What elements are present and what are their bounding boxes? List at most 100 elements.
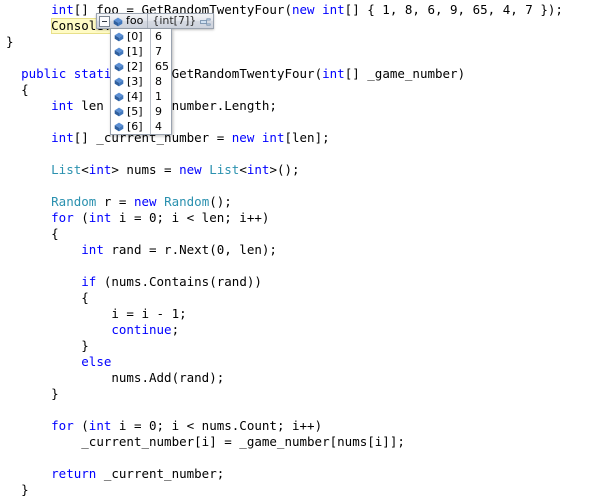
datatip-row-index: [5] — [127, 105, 143, 118]
code-line[interactable]: } — [0, 34, 589, 50]
code-line[interactable] — [0, 146, 589, 162]
datatip-rows-panel[interactable]: [0] 6 [1] 7 [2] 65 [3] 8 [4] 1 [5] 9 [6] 4 — [110, 29, 172, 135]
code-line[interactable]: else — [0, 354, 589, 370]
code-line[interactable]: { — [0, 226, 589, 242]
code-line[interactable]: int len = _game_number.Length; — [0, 98, 589, 114]
code-token: int — [322, 66, 345, 81]
code-token: for — [51, 418, 74, 433]
code-token: int — [51, 130, 74, 145]
code-line[interactable]: { — [0, 290, 589, 306]
code-token: i = 0; i < len; i++) — [111, 210, 270, 225]
code-token: new — [231, 130, 255, 145]
code-token: int — [88, 418, 112, 433]
datatip-row-value: 6 — [155, 30, 162, 43]
datatip-row-index: [1] — [127, 45, 143, 58]
code-line[interactable]: _current_number[i] = _game_number[nums[i… — [0, 434, 589, 450]
code-token: rand = r.Next(0, len); — [103, 242, 277, 257]
code-line[interactable]: nums.Add(rand); — [0, 370, 589, 386]
code-token: int — [88, 210, 112, 225]
code-line[interactable]: } — [0, 482, 589, 498]
code-token: if — [81, 274, 97, 289]
datatip-row-value: 1 — [155, 90, 162, 103]
code-line[interactable]: return _current_number; — [0, 466, 589, 482]
field-icon — [114, 117, 124, 136]
code-token: List — [209, 162, 240, 177]
code-token: Random — [164, 194, 210, 209]
code-token: new — [179, 162, 202, 177]
code-line[interactable] — [0, 450, 589, 466]
code-line[interactable]: for (int i = 0; i < len; i++) — [0, 210, 589, 226]
code-line[interactable]: for (int i = 0; i < nums.Count; i++) — [0, 418, 589, 434]
code-line[interactable]: if (nums.Contains(rand)) — [0, 274, 589, 290]
code-token: int — [322, 2, 345, 17]
code-token: { — [21, 82, 29, 97]
code-token: [] { 1, 8, 6, 9, 65, 4, 7 }); — [344, 2, 563, 17]
code-token: } — [51, 386, 59, 401]
code-token: continue — [111, 322, 172, 337]
code-line[interactable]: Random r = new Random(); — [0, 194, 589, 210]
datatip-row-value: 65 — [155, 60, 169, 73]
datatip-row[interactable]: [6] 4 — [111, 119, 171, 134]
code-token: r = — [96, 194, 134, 209]
datatip-row-value: 9 — [155, 105, 162, 118]
code-token: { — [51, 226, 59, 241]
code-line[interactable] — [0, 50, 589, 66]
code-line[interactable]: int rand = r.Next(0, len); — [0, 242, 589, 258]
datatip-row-index: [3] — [127, 75, 143, 88]
code-line[interactable]: } — [0, 386, 589, 402]
code-token: new — [291, 2, 315, 17]
code-token: i = i - 1; — [111, 306, 187, 321]
code-token: else — [81, 354, 112, 369]
code-token: int — [88, 162, 112, 177]
code-token: _current_number[i] = _game_number[nums[i… — [81, 434, 405, 449]
code-editor[interactable]: int[] foo = GetRandomTwentyFour(new int[… — [0, 0, 589, 501]
code-token: int — [51, 2, 74, 17]
code-token: int — [81, 242, 104, 257]
code-line[interactable]: i = i - 1; — [0, 306, 589, 322]
code-token: >(); — [269, 162, 300, 177]
code-token: [len]; — [284, 130, 330, 145]
code-line[interactable]: int[] _current_number = new int[len]; — [0, 130, 589, 146]
code-line[interactable] — [0, 402, 589, 418]
code-token: (); — [209, 194, 232, 209]
code-token: _current_number; — [96, 466, 225, 481]
code-token: int — [246, 162, 270, 177]
datatip-row-index: [4] — [127, 90, 143, 103]
code-line[interactable]: } — [0, 338, 589, 354]
code-token: { — [81, 290, 89, 305]
debugger-datatip[interactable]: foo {int[7]} [0] 6 [1] 7 [2] 65 [3] 8 [4] 1 [… — [96, 13, 214, 135]
code-token: new — [133, 194, 157, 209]
pin-icon[interactable] — [200, 12, 211, 31]
code-line[interactable]: { — [0, 82, 589, 98]
code-token: int — [261, 130, 285, 145]
expander-toggle-icon[interactable] — [99, 15, 110, 27]
code-token: < — [239, 162, 247, 177]
code-line[interactable]: Console. — [0, 18, 589, 34]
code-token: return — [51, 466, 97, 481]
datatip-variable-value: {int[7]} — [152, 14, 197, 27]
datatip-row-value: 4 — [155, 120, 162, 133]
code-line[interactable] — [0, 178, 589, 194]
code-token: (nums.Contains(rand)) — [96, 274, 262, 289]
code-line[interactable]: continue; — [0, 322, 589, 338]
code-line[interactable] — [0, 114, 589, 130]
datatip-row-index: [0] — [127, 30, 143, 43]
code-token: [] _game_number) — [344, 66, 466, 81]
datatip-row-value: 8 — [155, 75, 162, 88]
code-token: i = 0; i < nums.Count; i++) — [111, 418, 323, 433]
datatip-row-value: 7 — [155, 45, 162, 58]
code-line[interactable]: List<int> nums = new List<int>(); — [0, 162, 589, 178]
code-token: List — [51, 162, 82, 177]
code-token: int — [51, 98, 74, 113]
code-token: ; — [171, 322, 180, 337]
code-token: } — [21, 482, 29, 497]
code-line[interactable]: public static int[] GetRandomTwentyFour(… — [0, 66, 589, 82]
code-token: } — [6, 34, 14, 49]
code-line[interactable] — [0, 258, 589, 274]
datatip-row-index: [2] — [127, 60, 143, 73]
code-line[interactable]: int[] foo = GetRandomTwentyFour(new int[… — [0, 2, 589, 18]
datatip-row-index: [6] — [127, 120, 143, 133]
